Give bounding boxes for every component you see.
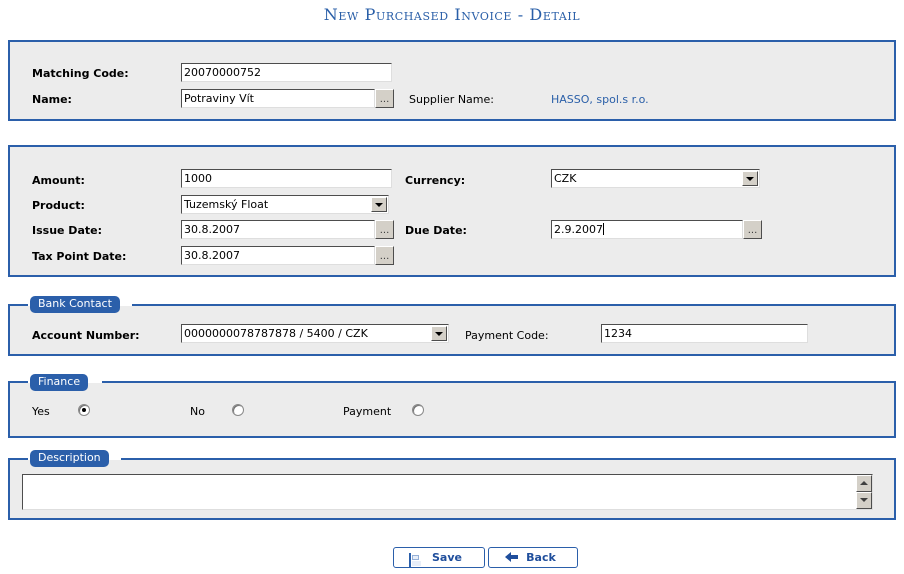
scroll-up-icon[interactable] [856,475,872,492]
currency-select-value: CZK [554,172,577,185]
finance-option-no-radio[interactable] [232,404,244,416]
save-button[interactable]: Save [393,547,485,568]
back-button-label: Back [526,551,556,564]
finance-option-no-label: No [190,405,205,418]
scroll-down-icon[interactable] [856,492,872,509]
issue-date-browse-button[interactable]: ... [375,220,394,239]
finance-option-payment-label: Payment [343,405,392,418]
floppy-disk-icon [403,551,421,568]
finance-legend: Finance [30,374,89,391]
matching-code-label: Matching Code: [32,67,129,80]
account-number-label: Account Number: [32,329,140,342]
name-browse-button[interactable]: ... [375,89,394,108]
account-number-select[interactable]: 0000000078787878 / 5400 / CZK [181,324,449,343]
description-legend: Description [30,450,109,467]
account-number-select-value: 0000000078787878 / 5400 / CZK [184,327,368,340]
tax-point-date-input[interactable]: 30.8.2007 [181,246,375,265]
finance-panel [8,381,896,438]
name-input[interactable]: Potraviny Vít [181,89,375,108]
finance-option-yes-label: Yes [32,405,50,418]
currency-label: Currency: [405,174,466,187]
due-date-input[interactable]: 2.9.2007 [551,220,743,239]
name-label: Name: [32,93,72,106]
issue-date-label: Issue Date: [32,224,102,237]
supplier-name-label: Supplier Name: [409,93,494,106]
arrow-left-icon [498,551,518,565]
product-label: Product: [32,199,85,212]
chevron-down-icon[interactable] [371,197,387,212]
identification-panel [8,40,896,121]
amount-input[interactable]: 1000 [181,169,392,188]
product-select[interactable]: Tuzemský Float [181,195,389,214]
payment-code-label: Payment Code: [465,329,549,342]
chevron-down-icon[interactable] [742,171,758,186]
chevron-down-icon[interactable] [431,326,447,341]
bank-contact-legend: Bank Contact [30,296,120,313]
amount-label: Amount: [32,174,85,187]
payment-code-input[interactable]: 1234 [601,324,808,343]
tax-point-date-label: Tax Point Date: [32,250,127,263]
due-date-value: 2.9.2007 [554,223,603,236]
due-date-browse-button[interactable]: ... [743,220,762,239]
finance-option-yes-radio[interactable] [78,404,90,416]
back-button[interactable]: Back [488,547,578,568]
text-caret [602,223,604,235]
description-textarea[interactable] [22,474,873,510]
invoice-panel [8,145,896,277]
currency-select[interactable]: CZK [551,169,760,188]
tax-point-date-browse-button[interactable]: ... [375,246,394,265]
description-scrollbar[interactable] [856,475,872,509]
finance-option-payment-radio[interactable] [412,404,424,416]
matching-code-input[interactable]: 20070000752 [181,63,392,82]
supplier-name-value: HASSO, spol.s r.o. [551,93,649,106]
radio-selected-dot [82,408,86,412]
page-title: New Purchased Invoice - Detail [323,5,581,24]
product-select-value: Tuzemský Float [184,198,269,211]
due-date-label: Due Date: [405,224,467,237]
save-button-label: Save [432,551,462,564]
issue-date-input[interactable]: 30.8.2007 [181,220,375,239]
